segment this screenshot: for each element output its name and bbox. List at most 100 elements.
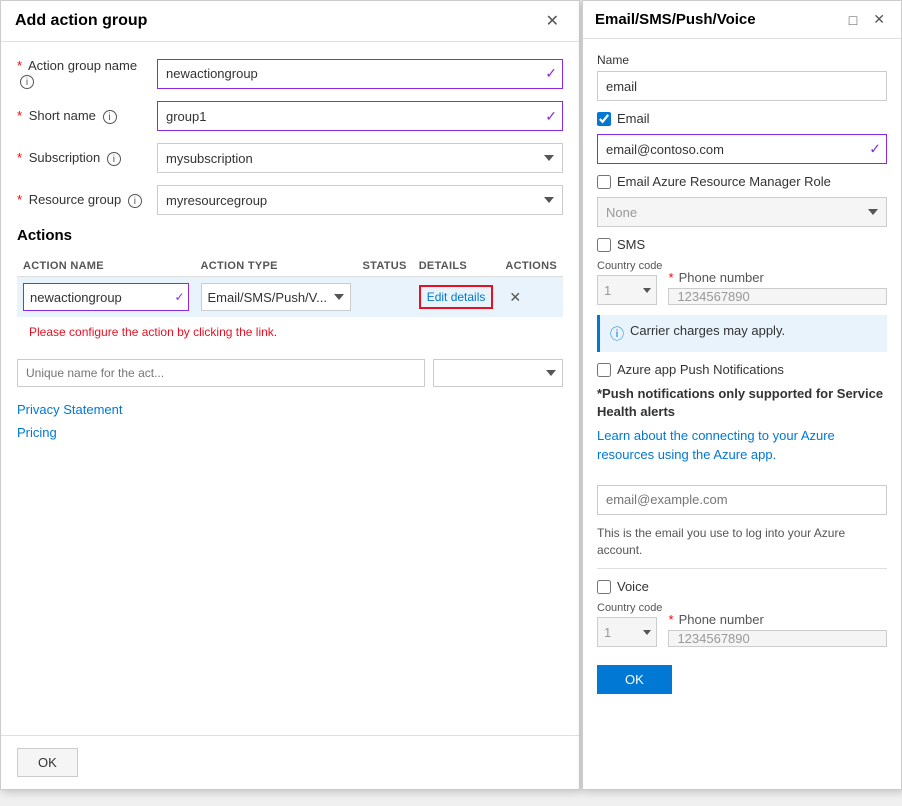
edit-details-button[interactable]: Edit details <box>419 285 494 309</box>
action-name-input[interactable] <box>23 283 189 311</box>
right-panel-ok-button[interactable]: OK <box>597 665 672 694</box>
subscription-label: * Subscription i <box>17 150 157 166</box>
error-cell: Please configure the action by clicking … <box>17 317 563 351</box>
email-input-wrapper: ✓ <box>597 134 887 164</box>
action-name-input-wrapper: ✓ <box>23 283 189 311</box>
azure-app-link[interactable]: Learn about the connecting to your Azure… <box>597 428 835 461</box>
left-panel-footer: OK <box>1 735 579 789</box>
email-checkbox-row: Email <box>597 111 887 126</box>
voice-checkbox-label: Voice <box>617 579 649 594</box>
sms-phone-input[interactable] <box>668 288 887 305</box>
actions-table: ACTION NAME ACTION TYPE STATUS DETAILS A… <box>17 256 563 351</box>
action-group-name-label: * Action group name i <box>17 58 157 89</box>
action-group-name-row: * Action group name i ✓ <box>17 58 563 89</box>
table-row: ✓ Email/SMS/Push/V... Ed <box>17 277 563 318</box>
voice-phone-row: Country code 1 * Phone number <box>597 602 887 647</box>
sms-country-code-label: Country code <box>597 260 662 272</box>
sms-country-code-col: Country code 1 <box>597 260 662 305</box>
sms-checkbox[interactable] <box>597 238 611 252</box>
voice-country-code-col: Country code 1 <box>597 602 662 647</box>
delete-action-button[interactable]: ✕ <box>505 287 525 308</box>
email-azure-role-label: Email Azure Resource Manager Role <box>617 174 831 189</box>
add-row <box>17 359 563 387</box>
carrier-charges-box: ⓘ Carrier charges may apply. <box>597 315 887 352</box>
divider <box>597 568 887 569</box>
resource-group-info-icon[interactable]: i <box>128 194 142 208</box>
add-action-type-select[interactable] <box>433 359 563 387</box>
action-type-select[interactable]: Email/SMS/Push/V... <box>201 283 351 311</box>
required-star-3: * <box>17 150 22 165</box>
resource-group-select[interactable]: myresourcegroup <box>157 185 563 215</box>
col-action-name: ACTION NAME <box>17 256 195 277</box>
short-name-input-wrapper: ✓ <box>157 101 563 131</box>
email-checkbox[interactable] <box>597 112 611 126</box>
subscription-select[interactable]: mysubscription <box>157 143 563 173</box>
resource-group-row: * Resource group i myresourcegroup <box>17 185 563 215</box>
voice-phone-number-col: * Phone number <box>668 612 887 647</box>
sms-phone-number-col: * Phone number <box>668 270 887 305</box>
col-details: DETAILS <box>413 256 500 277</box>
action-group-name-info-icon[interactable]: i <box>20 75 34 89</box>
col-status: STATUS <box>357 256 413 277</box>
left-panel-close-button[interactable]: ✕ <box>540 9 565 33</box>
left-panel-header: Add action group ✕ <box>1 1 579 42</box>
azure-push-checkbox[interactable] <box>597 363 611 377</box>
carrier-charges-text: Carrier charges may apply. <box>630 323 785 338</box>
short-name-check-icon: ✓ <box>545 108 557 125</box>
short-name-label: * Short name i <box>17 108 157 124</box>
action-status-cell <box>357 277 413 318</box>
azure-push-row: Azure app Push Notifications <box>597 362 887 377</box>
short-name-info-icon[interactable]: i <box>103 110 117 124</box>
required-star-2: * <box>17 108 22 123</box>
name-label: Name <box>597 53 887 67</box>
required-star: * <box>17 58 22 73</box>
left-panel-ok-button[interactable]: OK <box>17 748 78 777</box>
right-panel-body: Name Email ✓ Email Azure Resource Manage… <box>583 39 901 789</box>
subscription-info-icon[interactable]: i <box>107 152 121 166</box>
sms-phone-row: Country code 1 * Phone number <box>597 260 887 305</box>
action-name-check-icon: ✓ <box>174 290 184 304</box>
email-check-icon: ✓ <box>869 141 881 158</box>
sms-phone-number-label: * Phone number <box>668 270 887 285</box>
action-details-cell: Edit details <box>413 277 500 318</box>
screen-wrapper: Add action group ✕ * Action group name i… <box>0 0 902 806</box>
right-panel-title: Email/SMS/Push/Voice <box>595 11 756 28</box>
info-icon: ⓘ <box>610 324 624 344</box>
action-delete-cell: ✕ <box>499 277 563 318</box>
right-panel-close-button[interactable]: ✕ <box>869 9 889 30</box>
privacy-statement-link[interactable]: Privacy Statement <box>17 402 563 417</box>
sms-country-code-select[interactable]: 1 <box>597 275 657 305</box>
voice-phone-input[interactable] <box>668 630 887 647</box>
azure-push-label: Azure app Push Notifications <box>617 362 784 377</box>
voice-country-code-label: Country code <box>597 602 662 614</box>
pricing-link[interactable]: Pricing <box>17 425 563 440</box>
email-azure-role-checkbox[interactable] <box>597 175 611 189</box>
push-email-input[interactable] <box>597 485 887 515</box>
voice-country-code-select[interactable]: 1 <box>597 617 657 647</box>
maximize-button[interactable]: □ <box>845 10 861 30</box>
short-name-input[interactable] <box>157 101 563 131</box>
voice-checkbox-row: Voice <box>597 579 887 594</box>
right-panel-header: Email/SMS/Push/Voice □ ✕ <box>583 1 901 39</box>
subscription-row: * Subscription i mysubscription <box>17 143 563 173</box>
email-role-select[interactable]: None <box>597 197 887 227</box>
short-name-row: * Short name i ✓ <box>17 101 563 131</box>
col-actions: ACTIONS <box>499 256 563 277</box>
email-input[interactable] <box>597 134 887 164</box>
action-group-name-check-icon: ✓ <box>545 65 557 82</box>
sms-checkbox-label: SMS <box>617 237 645 252</box>
action-type-cell: Email/SMS/Push/V... <box>195 277 357 318</box>
name-input[interactable] <box>597 71 887 101</box>
action-group-name-input[interactable] <box>157 59 563 89</box>
voice-phone-number-label: * Phone number <box>668 612 887 627</box>
add-action-name-input[interactable] <box>17 359 425 387</box>
action-type-wrapper: Email/SMS/Push/V... <box>201 283 351 311</box>
actions-section-title: Actions <box>17 227 563 244</box>
required-star-4: * <box>17 192 22 207</box>
left-panel-title: Add action group <box>15 12 147 30</box>
voice-checkbox[interactable] <box>597 580 611 594</box>
left-panel-body: * Action group name i ✓ * Short name i <box>1 42 579 735</box>
email-azure-role-row: Email Azure Resource Manager Role <box>597 174 887 189</box>
left-panel: Add action group ✕ * Action group name i… <box>0 0 580 790</box>
error-message: Please configure the action by clicking … <box>23 323 557 345</box>
